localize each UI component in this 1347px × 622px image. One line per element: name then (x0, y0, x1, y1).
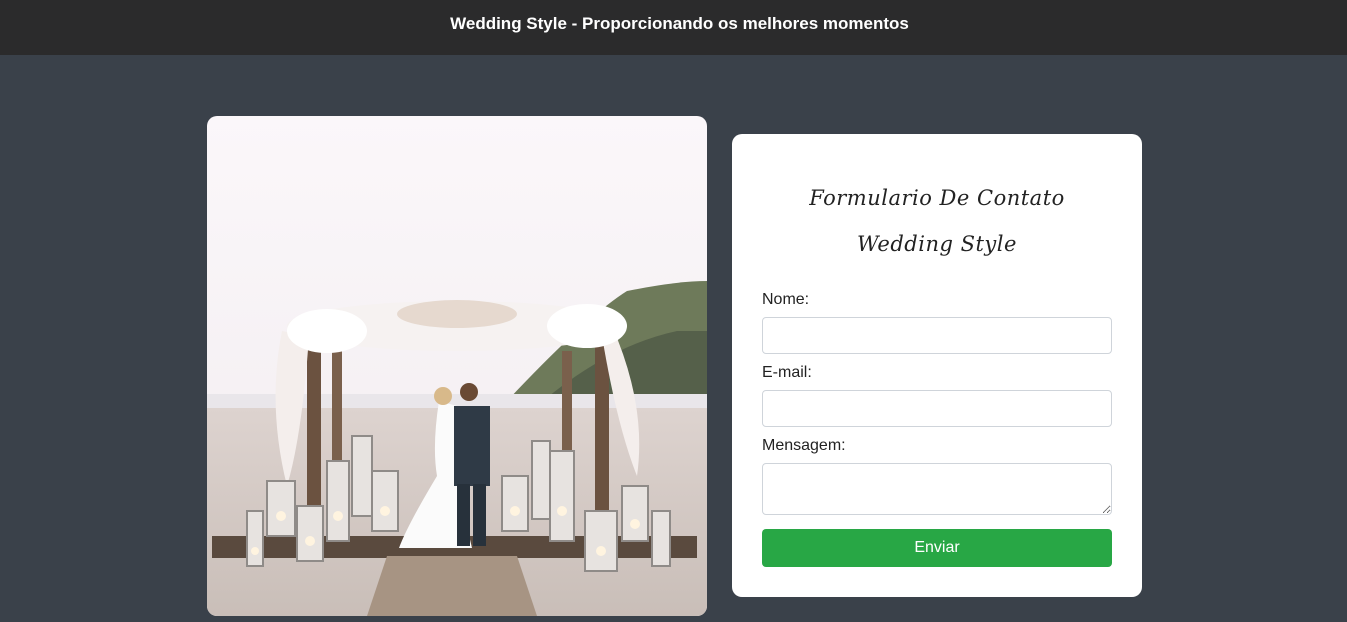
wedding-photo (207, 116, 707, 616)
contact-form-card: Formulario De Contato Wedding Style Nome… (732, 134, 1142, 597)
submit-button[interactable]: Enviar (762, 529, 1112, 567)
top-header: Wedding Style - Proporcionando os melhor… (0, 0, 1347, 55)
name-input[interactable] (762, 317, 1112, 354)
site-title: Wedding Style - Proporcionando os melhor… (450, 13, 909, 33)
email-input[interactable] (762, 390, 1112, 427)
form-title: Formulario De Contato (809, 186, 1065, 210)
message-label: Mensagem: (762, 437, 846, 454)
message-textarea[interactable] (762, 463, 1112, 515)
form-subtitle: Wedding Style (857, 232, 1017, 256)
email-label: E-mail: (762, 364, 812, 381)
name-label: Nome: (762, 291, 810, 308)
